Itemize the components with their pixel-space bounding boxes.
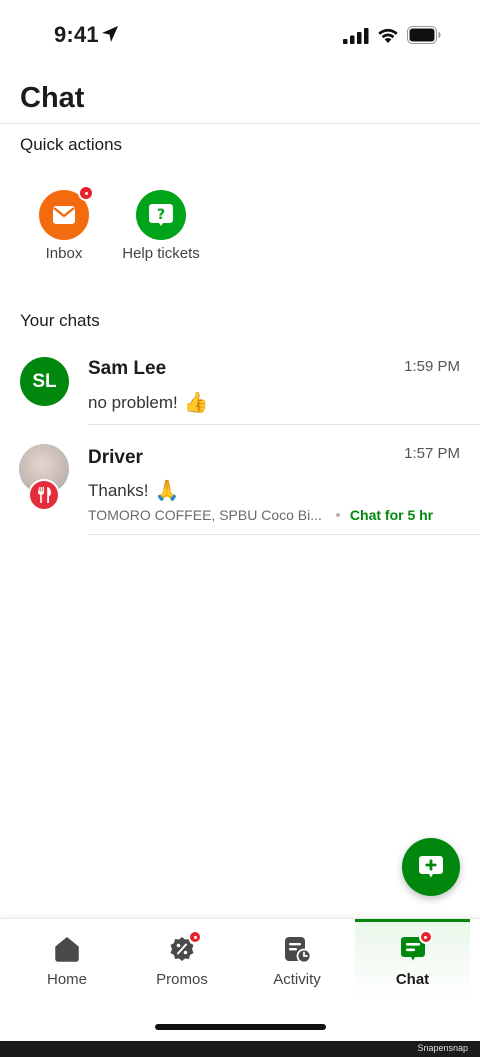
watermark-bar: Snapensnap bbox=[0, 1041, 480, 1057]
chat-message-text: Thanks! bbox=[88, 480, 149, 500]
home-icon bbox=[55, 937, 79, 962]
chat-message-text: no problem! bbox=[88, 392, 178, 412]
quick-actions-heading: Quick actions bbox=[20, 135, 123, 154]
activity-icon bbox=[285, 937, 311, 963]
nav-label-home: Home bbox=[46, 971, 87, 988]
chat-name: Sam Lee bbox=[88, 358, 167, 379]
chat-notification-badge bbox=[418, 930, 433, 944]
avatar-sam-lee: SL bbox=[20, 357, 69, 406]
food-order-badge bbox=[28, 479, 60, 511]
wifi-icon bbox=[378, 28, 398, 43]
watermark-text: Snapensnap bbox=[417, 1043, 468, 1053]
meta-separator-dot bbox=[335, 513, 340, 517]
chat-time: 1:57 PM bbox=[404, 445, 460, 462]
title-divider bbox=[0, 123, 480, 124]
promos-notification-badge bbox=[188, 930, 202, 944]
nav-tab-home[interactable]: Home bbox=[10, 919, 124, 999]
chat-order-meta: TOMORO COFFEE, SPBU Coco Bi... Chat for … bbox=[88, 507, 433, 523]
nav-label-chat: Chat bbox=[395, 971, 430, 988]
nav-tab-activity[interactable]: Activity bbox=[240, 919, 354, 999]
svg-text:?: ? bbox=[157, 207, 165, 223]
bottom-navigation: Home Promos Activity Chat bbox=[0, 918, 480, 1040]
help-icon-circle: ? bbox=[136, 190, 186, 240]
help-bubble-icon: ? bbox=[149, 204, 173, 226]
inbox-notification-badge bbox=[78, 185, 94, 201]
page-title: Chat bbox=[20, 82, 85, 114]
inbox-label: Inbox bbox=[45, 245, 83, 262]
location-arrow-icon bbox=[102, 26, 118, 42]
chat-last-message: no problem! 👍 bbox=[88, 390, 209, 415]
status-bar: 9:41 bbox=[0, 0, 480, 70]
help-tickets-label: Help tickets bbox=[122, 245, 200, 262]
chat-icon-wrap bbox=[399, 930, 433, 963]
nav-tab-chat[interactable]: Chat bbox=[355, 919, 470, 999]
chat-name: Driver bbox=[88, 447, 143, 468]
nav-label-activity: Activity bbox=[273, 971, 321, 988]
praying-hands-emoji: 🙏 bbox=[154, 480, 180, 502]
signal-icon bbox=[343, 28, 369, 44]
mail-icon bbox=[53, 206, 75, 224]
merchant-name: TOMORO COFFEE, SPBU Coco Bi... bbox=[88, 507, 322, 523]
promo-icon-wrap bbox=[168, 930, 202, 963]
new-chat-icon bbox=[419, 856, 443, 878]
chat-time: 1:59 PM bbox=[404, 358, 460, 375]
thumbs-up-emoji: 👍 bbox=[183, 392, 209, 414]
chat-row-divider bbox=[88, 424, 480, 425]
battery-icon bbox=[407, 26, 441, 44]
chat-last-message: Thanks! 🙏 bbox=[88, 478, 179, 503]
inbox-quick-action[interactable]: Inbox bbox=[34, 185, 94, 262]
nav-tab-promos[interactable]: Promos bbox=[125, 919, 239, 999]
status-time: 9:41 bbox=[54, 22, 99, 47]
chat-row-divider bbox=[88, 534, 480, 535]
new-chat-button[interactable] bbox=[402, 838, 460, 896]
chat-duration: Chat for 5 hr bbox=[349, 507, 434, 523]
home-indicator bbox=[155, 1024, 326, 1030]
nav-label-promos: Promos bbox=[156, 971, 208, 988]
help-tickets-quick-action[interactable]: ? Help tickets bbox=[116, 190, 206, 262]
fork-knife-icon bbox=[38, 487, 51, 503]
inbox-icon-circle bbox=[39, 185, 94, 240]
your-chats-heading: Your chats bbox=[20, 311, 100, 330]
chat-row-sam-lee[interactable]: SL Sam Lee 1:59 PM no problem! 👍 bbox=[0, 346, 480, 426]
chat-row-driver[interactable]: Driver 1:57 PM Thanks! 🙏 TOMORO COFFEE, … bbox=[0, 436, 480, 536]
